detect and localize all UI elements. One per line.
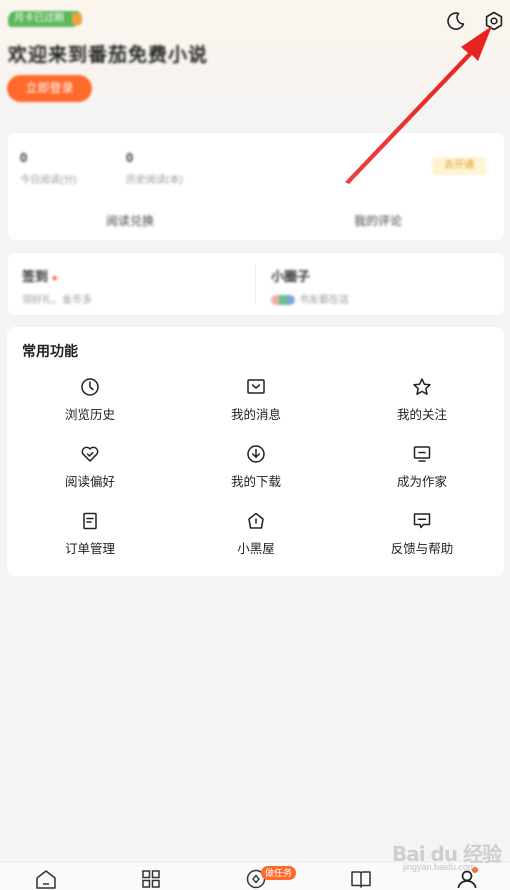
download-icon <box>247 445 265 463</box>
bookshelf-icon <box>351 871 371 888</box>
settings-button[interactable] <box>483 10 505 32</box>
action-exchange[interactable]: 阅读兑换 <box>106 212 154 229</box>
function-become-writer[interactable]: 成为作家 <box>362 444 482 492</box>
checkin-circle-card: 签到 ● 领好礼，金币多 小圈子 书友都在这 <box>8 253 504 315</box>
message-icon <box>247 379 265 394</box>
heart-check-icon <box>81 446 99 462</box>
stat-value: 0 <box>126 150 134 165</box>
function-label: 我的关注 <box>396 408 447 422</box>
vip-button[interactable]: 去开通 <box>432 157 486 175</box>
function-feedback[interactable]: 反馈与帮助 <box>362 511 482 559</box>
checkin-title: 签到 <box>22 269 49 284</box>
category-icon <box>142 870 160 888</box>
home-icon <box>36 870 56 889</box>
circle-subtitle: 书友都在这 <box>299 295 349 306</box>
function-label: 订单管理 <box>64 542 115 556</box>
function-follows[interactable]: 我的关注 <box>362 377 482 425</box>
stat-label: 历史阅读(本) <box>126 175 183 186</box>
function-downloads[interactable]: 我的下载 <box>196 444 316 492</box>
house-icon <box>248 512 264 529</box>
clock-icon <box>81 378 99 396</box>
function-label: 小黑屋 <box>237 542 275 556</box>
monitor-icon <box>413 446 431 462</box>
tab-bookshelf[interactable] <box>349 868 373 890</box>
circle-entry[interactable]: 小圈子 书友都在这 <box>271 266 349 306</box>
function-messages[interactable]: 我的消息 <box>196 377 316 425</box>
stat-today[interactable]: 0 今日阅读(分) <box>20 150 77 186</box>
function-label: 阅读偏好 <box>64 475 115 489</box>
order-icon <box>83 512 97 530</box>
moon-icon <box>447 12 465 30</box>
checkin-entry[interactable]: 签到 ● 领好礼，金币多 <box>22 266 92 306</box>
tab-home[interactable] <box>34 868 58 890</box>
stat-value: 0 <box>20 150 28 165</box>
common-functions-card: 常用功能 浏览历史 我的消息 我的关注 阅读偏好 我的下载 成为作家 订单管理 … <box>7 327 504 576</box>
tab-category[interactable] <box>139 868 163 890</box>
function-label: 反馈与帮助 <box>390 542 454 556</box>
watermark-url: jingyan.baidu.com <box>403 862 476 872</box>
welcome-title: 欢迎来到番茄免费小说 <box>8 45 209 66</box>
login-button[interactable]: 立即登录 <box>7 75 92 102</box>
function-label: 我的下载 <box>230 475 281 489</box>
function-label: 成为作家 <box>396 475 447 489</box>
avatar-group <box>271 295 295 306</box>
star-icon <box>413 378 431 395</box>
stat-label: 今日阅读(分) <box>20 175 77 186</box>
night-mode-button[interactable] <box>445 10 467 32</box>
stat-history[interactable]: 0 历史阅读(本) <box>126 150 183 186</box>
circle-title: 小圈子 <box>271 269 311 284</box>
action-comments[interactable]: 我的评论 <box>354 212 402 229</box>
reading-stats-card: 0 今日阅读(分) 0 历史阅读(本) 去开通 阅读兑换 我的评论 <box>8 133 504 240</box>
function-history[interactable]: 浏览历史 <box>30 377 150 425</box>
gear-icon <box>485 11 503 31</box>
section-title: 常用功能 <box>22 343 78 359</box>
feedback-icon <box>413 513 431 529</box>
function-blacklist[interactable]: 小黑屋 <box>196 511 316 559</box>
function-label: 浏览历史 <box>64 408 115 422</box>
divider <box>255 265 256 303</box>
function-orders[interactable]: 订单管理 <box>30 511 150 559</box>
function-preferences[interactable]: 阅读偏好 <box>30 444 150 492</box>
red-dot-icon: ● <box>51 273 58 284</box>
task-badge: 做任务 <box>261 866 297 880</box>
function-label: 我的消息 <box>230 408 281 422</box>
checkin-subtitle: 领好礼，金币多 <box>22 295 92 306</box>
membership-tag[interactable]: 月卡已过期 <box>8 11 82 27</box>
